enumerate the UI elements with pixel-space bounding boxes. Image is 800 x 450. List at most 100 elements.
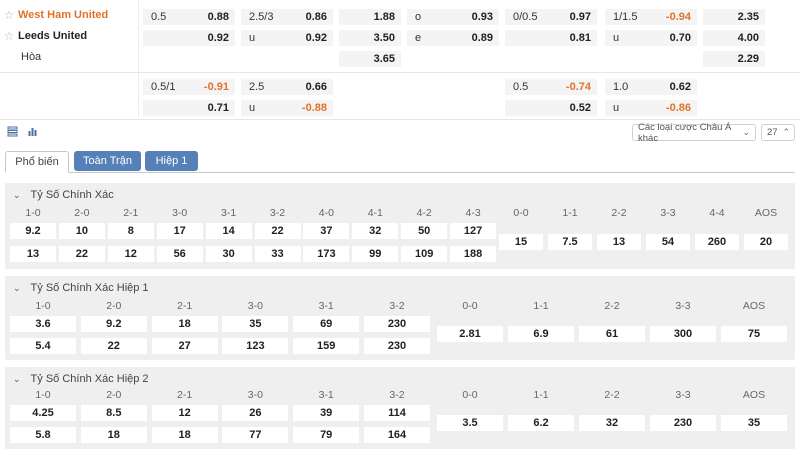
odds-value[interactable]: 20	[744, 234, 788, 250]
odds-value[interactable]: 9.2	[80, 316, 147, 332]
odds-value[interactable]: 109	[401, 246, 448, 262]
odds-value[interactable]: 10	[58, 223, 105, 239]
odds-cell-r2-c6[interactable]: u 0.70	[605, 30, 697, 46]
star-outline-icon[interactable]: ☆	[0, 29, 18, 43]
odds-value[interactable]: 37	[303, 223, 350, 239]
odds-value[interactable]: 8.5	[80, 405, 147, 421]
odds-cell-r1-c2[interactable]: 2.5/3 0.86	[241, 9, 333, 25]
odds-value[interactable]: 230	[364, 338, 430, 354]
odds-value[interactable]: 173	[303, 246, 350, 262]
odds-cell-r2-c1[interactable]: 0.92	[143, 30, 235, 46]
odds-value[interactable]: 79	[293, 427, 360, 443]
odds-cell-r1-c4[interactable]: o 0.93	[407, 9, 499, 25]
odds-cell-r5-c6[interactable]: u -0.86	[605, 100, 697, 116]
odds-value[interactable]: 13	[597, 234, 641, 250]
odds-cell-r5-c1[interactable]: 0.71	[143, 100, 235, 116]
odds-value[interactable]: 33	[254, 246, 301, 262]
odds-value[interactable]: 12	[151, 405, 218, 421]
odds-cell-r1-c1[interactable]: 0.5 0.88	[143, 9, 235, 25]
odds-value[interactable]: 75	[721, 326, 787, 342]
odds-cell-r2-c4[interactable]: e 0.89	[407, 30, 499, 46]
score-header: 3-1	[221, 207, 237, 219]
odds-value[interactable]: 18	[80, 427, 147, 443]
odds-cell-r2-c3[interactable]: 3.50	[339, 30, 401, 46]
odds-value[interactable]: 9.2	[10, 223, 56, 239]
odds-value[interactable]: 188	[450, 246, 497, 262]
odds-value[interactable]: 127	[450, 223, 497, 239]
home-team-name[interactable]: West Ham United	[18, 9, 108, 21]
odds-cell-r4-c5[interactable]: 0.5 -0.74	[505, 79, 597, 95]
odds-value[interactable]: 123	[222, 338, 289, 354]
section-header[interactable]: ⌄ Tỷ Số Chính Xác	[13, 189, 114, 201]
odds-value[interactable]: 56	[156, 246, 203, 262]
odds-cell-r4-c2[interactable]: 2.5 0.66	[241, 79, 333, 95]
odds-cell-r1-c3[interactable]: 1.88	[339, 9, 401, 25]
odds-cell-r3-c3[interactable]: 3.65	[339, 51, 401, 67]
list-icon[interactable]	[6, 126, 18, 138]
odds-value[interactable]: 61	[579, 326, 645, 342]
odds-value[interactable]: 164	[364, 427, 430, 443]
odds-value[interactable]: 14	[205, 223, 252, 239]
tab-first-half[interactable]: Hiệp 1	[145, 151, 198, 171]
tab-popular[interactable]: Phổ biến	[5, 151, 69, 173]
odds-cell-r4-c6[interactable]: 1.0 0.62	[605, 79, 697, 95]
odds-value[interactable]: 22	[254, 223, 301, 239]
section-header[interactable]: ⌄ Tỷ Số Chính Xác Hiệp 2	[13, 373, 149, 385]
odds-value[interactable]: 77	[222, 427, 289, 443]
odds-value[interactable]: 230	[650, 415, 716, 431]
odds-value[interactable]: 26	[222, 405, 289, 421]
away-team-name[interactable]: Leeds United	[18, 30, 87, 42]
odds-value[interactable]: 2.81	[437, 326, 503, 342]
tab-full-match[interactable]: Toàn Trận	[74, 151, 141, 171]
odds-cell-r5-c5[interactable]: 0.52	[505, 100, 597, 116]
odds-value[interactable]: 69	[293, 316, 360, 332]
odds-value[interactable]: 4.25	[10, 405, 76, 421]
odds-cell-r1-c7[interactable]: 2.35	[703, 9, 765, 25]
odds-value[interactable]: 32	[579, 415, 645, 431]
odds-cell-r5-c2[interactable]: u -0.88	[241, 100, 333, 116]
odds-value[interactable]: 5.4	[10, 338, 76, 354]
odds-value[interactable]: 50	[401, 223, 448, 239]
odds-value[interactable]: 22	[80, 338, 147, 354]
market-type-dropdown[interactable]: Các loại cược Châu Á khác ⌄	[632, 122, 756, 144]
odds-value[interactable]: 7.5	[548, 234, 592, 250]
odds-value[interactable]: 230	[364, 316, 430, 332]
bar-chart-icon[interactable]	[26, 126, 38, 138]
odds-value[interactable]: 3.5	[437, 415, 503, 431]
odds-cell-r3-c7[interactable]: 2.29	[703, 51, 765, 67]
odds-cell-r1-c6[interactable]: 1/1.5 -0.94	[605, 9, 697, 25]
odds-value[interactable]: 6.2	[508, 415, 574, 431]
odds-cell-r4-c1[interactable]: 0.5/1 -0.91	[143, 79, 235, 95]
odds-value[interactable]: 114	[364, 405, 430, 421]
odds-cell-r2-c7[interactable]: 4.00	[703, 30, 765, 46]
odds-value[interactable]: 99	[352, 246, 399, 262]
odds-value[interactable]: 3.6	[10, 316, 76, 332]
section-header[interactable]: ⌄ Tỷ Số Chính Xác Hiệp 1	[13, 282, 149, 294]
odds-value[interactable]: 159	[293, 338, 360, 354]
odds-value[interactable]: 17	[156, 223, 203, 239]
odds-value[interactable]: 5.8	[10, 427, 76, 443]
odds-value[interactable]: 6.9	[508, 326, 574, 342]
odds-value[interactable]: 32	[352, 223, 399, 239]
odds-value[interactable]: 18	[151, 316, 218, 332]
score-header: 3-2	[389, 300, 405, 312]
odds-value[interactable]: 22	[58, 246, 105, 262]
odds-value[interactable]: 54	[646, 234, 690, 250]
odds-value[interactable]: 30	[205, 246, 252, 262]
odds-value[interactable]: 13	[10, 246, 56, 262]
odds-value[interactable]: 18	[151, 427, 218, 443]
odds-value[interactable]: 12	[107, 246, 154, 262]
odds-value[interactable]: 35	[721, 415, 787, 431]
star-outline-icon[interactable]: ☆	[0, 8, 18, 22]
odds-value[interactable]: 35	[222, 316, 289, 332]
odds-cell-r1-c5[interactable]: 0/0.5 0.97	[505, 9, 597, 25]
odds-cell-r2-c2[interactable]: u 0.92	[241, 30, 333, 46]
odds-value[interactable]: 300	[650, 326, 716, 342]
odds-value[interactable]: 8	[107, 223, 154, 239]
odds-value[interactable]: 39	[293, 405, 360, 421]
odds-cell-r2-c5[interactable]: 0.81	[505, 30, 597, 46]
count-dropdown[interactable]: 27 ⌃	[761, 124, 795, 141]
odds-value[interactable]: 15	[499, 234, 543, 250]
odds-value[interactable]: 260	[695, 234, 739, 250]
odds-value[interactable]: 27	[151, 338, 218, 354]
